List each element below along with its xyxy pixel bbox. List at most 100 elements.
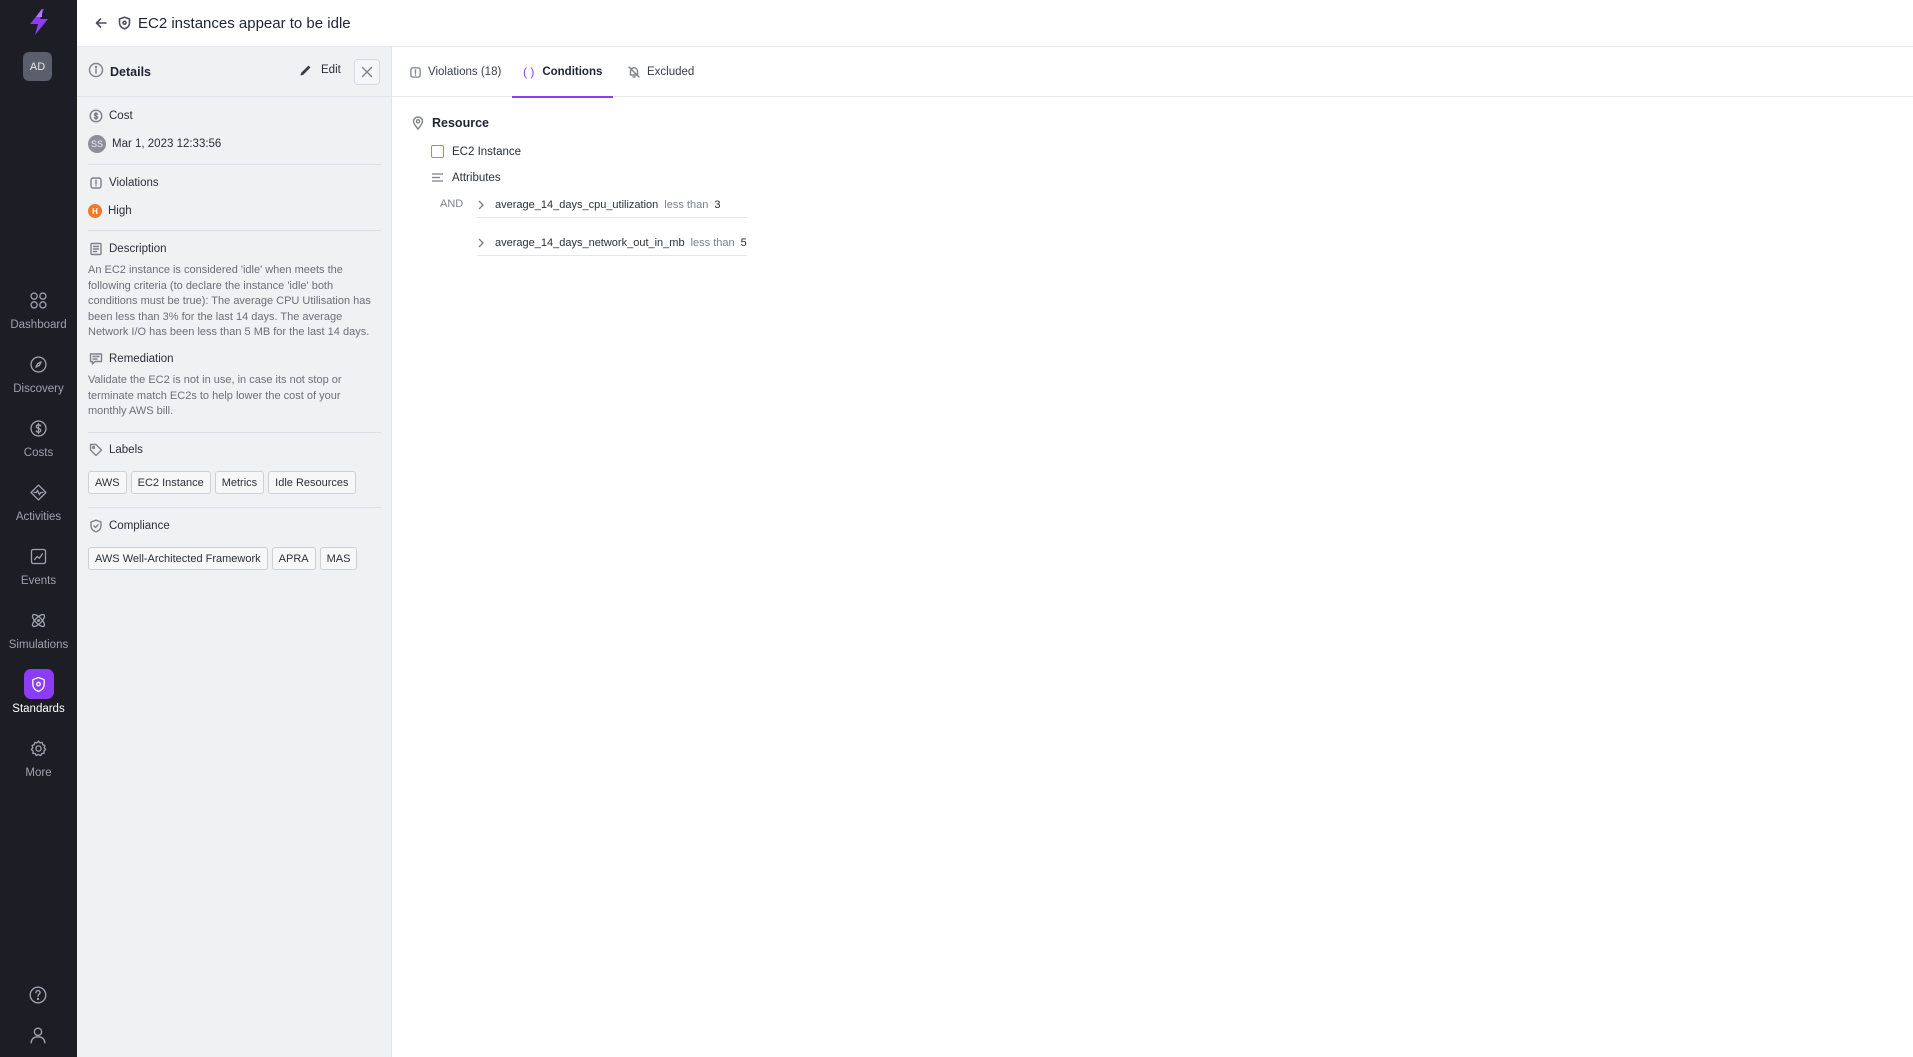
user-avatar: SS bbox=[88, 135, 106, 153]
divider bbox=[88, 432, 381, 433]
nav-item-more[interactable]: More bbox=[0, 733, 77, 791]
condition-value: 3 bbox=[714, 198, 721, 211]
comment-icon bbox=[88, 352, 103, 367]
remediation-section: Remediation Validate the EC2 is not in u… bbox=[88, 351, 380, 420]
atom-icon bbox=[24, 605, 54, 635]
resource-type[interactable]: EC2 Instance bbox=[431, 145, 521, 158]
braces-icon: ( ) bbox=[523, 65, 535, 79]
nav-item-standards[interactable]: Standards bbox=[0, 669, 77, 727]
tab-violations[interactable]: Violations (18) bbox=[409, 47, 501, 97]
tab-label: Excluded bbox=[647, 66, 695, 78]
remediation-label: Remediation bbox=[109, 353, 174, 365]
location-pin-icon bbox=[412, 116, 424, 131]
nav-label: Discovery bbox=[13, 383, 64, 395]
tab-excluded[interactable]: Excluded bbox=[627, 47, 694, 97]
timestamp: Mar 1, 2023 12:33:56 bbox=[112, 138, 222, 150]
resource-label: Resource bbox=[432, 116, 489, 130]
details-header: Details Edit bbox=[77, 47, 391, 97]
left-nav: AD Dashboard Discovery Costs Activities … bbox=[0, 0, 77, 1057]
attributes-header: Attributes bbox=[431, 171, 501, 184]
severity-value: High bbox=[108, 205, 132, 217]
shield-icon bbox=[88, 176, 103, 191]
dollar-icon bbox=[24, 413, 54, 443]
tab-label: Conditions bbox=[542, 66, 603, 78]
nav-item-discovery[interactable]: Discovery bbox=[0, 349, 77, 407]
condition-row[interactable]: average_14_days_network_out_in_mb less t… bbox=[477, 230, 747, 256]
back-arrow-icon[interactable] bbox=[92, 14, 110, 32]
compliance-list: AWS Well-Architected Framework APRA MAS bbox=[88, 547, 380, 570]
severity-badge: H bbox=[88, 204, 102, 218]
nav-item-costs[interactable]: Costs bbox=[0, 413, 77, 471]
nav-label: Activities bbox=[15, 511, 62, 523]
nav-label: Dashboard bbox=[10, 319, 67, 331]
shield-icon bbox=[410, 66, 421, 78]
help-icon[interactable] bbox=[27, 984, 49, 1006]
compliance-chip: APRA bbox=[271, 547, 316, 570]
labels-section: Labels AWS EC2 Instance Metrics Idle Res… bbox=[88, 442, 380, 494]
labels-list: AWS EC2 Instance Metrics Idle Resources bbox=[88, 471, 380, 494]
pencil-icon bbox=[300, 65, 311, 76]
nav-item-events[interactable]: Events bbox=[0, 541, 77, 599]
violations-label: Violations bbox=[109, 177, 159, 189]
resource-type-label: EC2 Instance bbox=[452, 145, 522, 158]
cost-label: Cost bbox=[109, 110, 133, 122]
divider bbox=[88, 230, 381, 231]
violations-section: Violations H High bbox=[88, 175, 380, 219]
condition-field: average_14_days_network_out_in_mb bbox=[495, 236, 685, 249]
logo-icon[interactable] bbox=[26, 8, 52, 36]
gear-icon bbox=[24, 733, 54, 763]
description-text: An EC2 instance is considered 'idle' whe… bbox=[88, 264, 371, 338]
page-title: EC2 instances appear to be idle bbox=[138, 14, 351, 32]
chevron-right-icon bbox=[478, 200, 484, 209]
divider bbox=[88, 507, 381, 508]
bell-off-icon bbox=[628, 66, 640, 78]
nav-item-simulations[interactable]: Simulations bbox=[0, 605, 77, 663]
description-label: Description bbox=[109, 243, 167, 255]
nav-label: Events bbox=[20, 575, 57, 587]
label-chip: EC2 Instance bbox=[130, 471, 211, 494]
nav-item-dashboard[interactable]: Dashboard bbox=[0, 285, 77, 343]
condition-value: 5 bbox=[740, 236, 747, 249]
shield-icon bbox=[23, 669, 54, 699]
chart-icon bbox=[24, 541, 54, 571]
document-icon bbox=[88, 242, 103, 257]
nav-item-activities[interactable]: Activities bbox=[0, 477, 77, 535]
shield-check-icon bbox=[88, 519, 103, 534]
compliance-chip: AWS Well-Architected Framework bbox=[88, 547, 268, 570]
edit-button[interactable]: Edit bbox=[299, 63, 341, 77]
divider bbox=[88, 164, 381, 165]
dashboard-icon bbox=[24, 285, 54, 315]
operator-label: AND bbox=[440, 198, 464, 210]
ec2-instance-icon bbox=[431, 145, 444, 158]
compass-icon bbox=[24, 349, 54, 379]
shield-icon bbox=[118, 16, 133, 31]
nav-label: Costs bbox=[23, 447, 54, 459]
activity-icon bbox=[24, 477, 54, 507]
description-section: Description An EC2 instance is considere… bbox=[88, 241, 380, 341]
user-avatar[interactable]: AD bbox=[23, 52, 52, 81]
tab-label: Violations (18) bbox=[428, 66, 502, 78]
cost-section: Cost SS Mar 1, 2023 12:33:56 bbox=[88, 108, 380, 153]
condition-operator: less than bbox=[664, 198, 709, 211]
attributes-label: Attributes bbox=[452, 171, 501, 184]
label-chip: AWS bbox=[88, 471, 127, 494]
chevron-right-icon bbox=[478, 238, 484, 247]
dollar-icon bbox=[88, 109, 103, 124]
close-button[interactable] bbox=[354, 59, 380, 85]
page-header: EC2 instances appear to be idle bbox=[77, 0, 1913, 47]
close-icon bbox=[361, 66, 373, 78]
info-icon bbox=[88, 62, 104, 81]
nav-label: Standards bbox=[12, 703, 65, 715]
condition-field: average_14_days_cpu_utilization bbox=[495, 198, 659, 211]
details-title: Details bbox=[110, 64, 151, 79]
tab-conditions[interactable]: ( ) Conditions bbox=[512, 47, 614, 98]
resource-header: Resource bbox=[410, 115, 489, 131]
nav-label: Simulations bbox=[8, 639, 69, 651]
remediation-text: Validate the EC2 is not in use, in case … bbox=[88, 374, 342, 417]
tag-icon bbox=[88, 443, 103, 458]
compliance-chip: MAS bbox=[319, 547, 358, 570]
label-chip: Idle Resources bbox=[268, 471, 356, 494]
conditions-panel: Resource EC2 Instance Attributes AND ave… bbox=[392, 97, 1913, 1057]
profile-icon[interactable] bbox=[27, 1024, 49, 1046]
condition-row[interactable]: average_14_days_cpu_utilization less tha… bbox=[477, 192, 747, 218]
